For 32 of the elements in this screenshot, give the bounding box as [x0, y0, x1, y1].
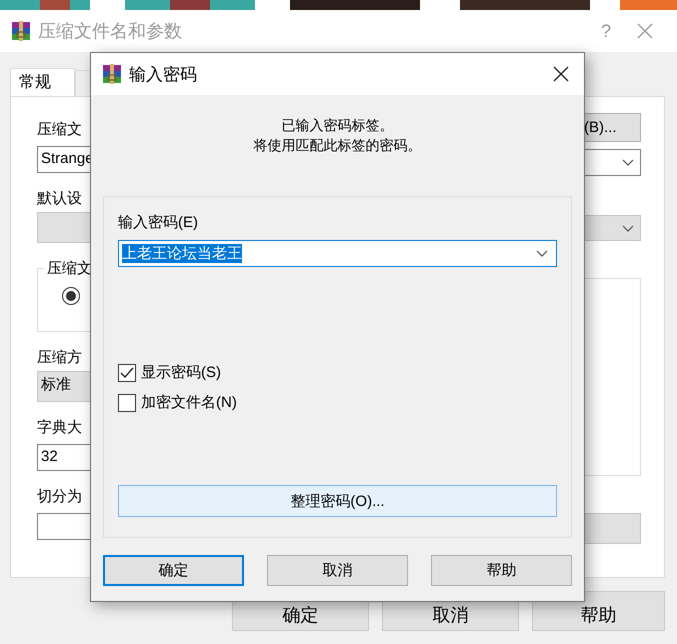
text-field[interactable]	[583, 513, 641, 544]
field-label: 默认设	[37, 189, 82, 209]
checkbox[interactable]	[118, 394, 136, 412]
dialog-button[interactable]: 取消	[267, 555, 408, 586]
message-text: 已输入密码标签。	[282, 116, 394, 135]
field-label: 压缩方	[37, 348, 82, 368]
field-label: 字典大	[37, 418, 82, 438]
checkbox-label[interactable]: 加密文件名(N)	[141, 393, 237, 412]
chevron-icon	[536, 250, 548, 257]
chevron-icon	[622, 159, 634, 166]
close-icon	[553, 66, 569, 82]
browse-button[interactable]: (B)...	[583, 113, 641, 142]
dropdown[interactable]	[583, 149, 641, 176]
field-label: 切分为	[37, 487, 82, 507]
chevron-icon	[622, 224, 634, 232]
field-label: 输入密码(E)	[118, 213, 198, 233]
tab[interactable]: 常规	[10, 68, 75, 96]
dialog-button[interactable]: 确定	[103, 555, 244, 586]
dialog-button[interactable]: 帮助	[431, 555, 572, 586]
window-title: 压缩文件名和参数	[38, 20, 183, 43]
archive-icon	[101, 63, 123, 85]
field-label: 压缩文	[37, 120, 82, 140]
radio-button[interactable]	[62, 287, 80, 305]
organize-passwords-button[interactable]: 整理密码(O)...	[118, 485, 557, 517]
password-field[interactable]: 上老王论坛当老王	[118, 240, 557, 267]
archive-icon	[10, 20, 32, 42]
checkbox-label[interactable]: 显示密码(S)	[141, 363, 221, 382]
message-text: 将使用匹配此标签的密码。	[254, 136, 422, 155]
close-icon	[637, 23, 653, 39]
checkbox[interactable]	[118, 364, 136, 382]
dropdown[interactable]	[583, 215, 641, 241]
dialog-title: 输入密码	[129, 64, 198, 86]
